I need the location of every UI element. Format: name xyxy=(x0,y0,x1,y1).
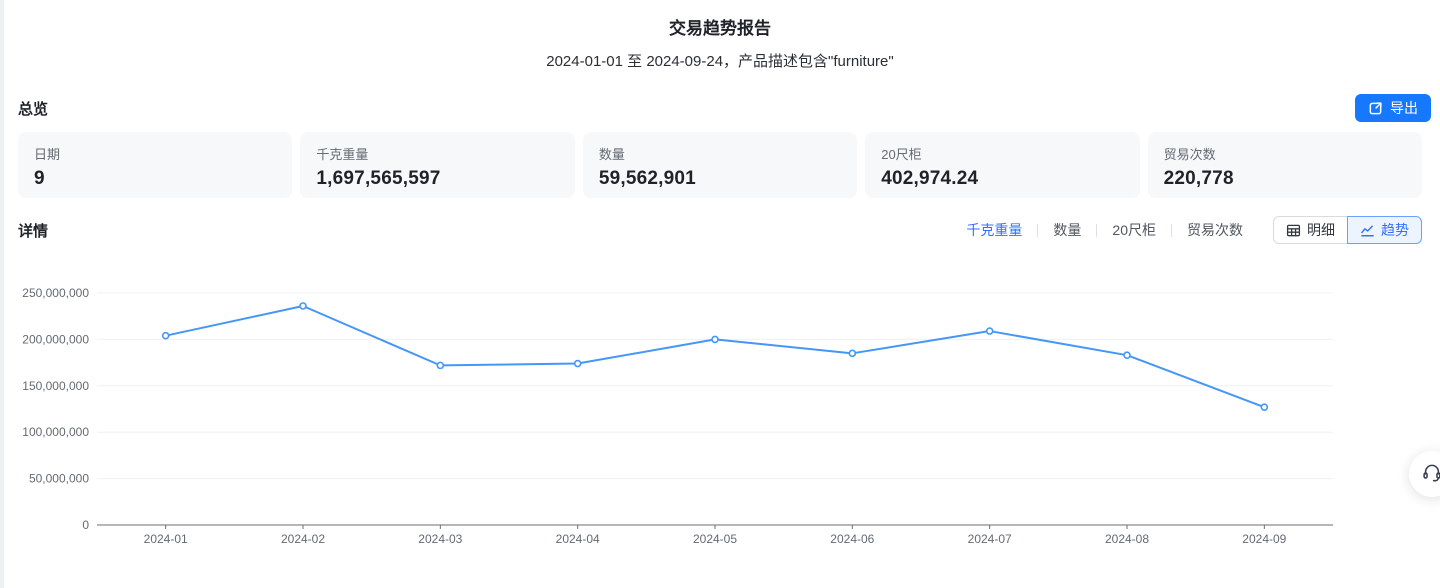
card-label: 千克重量 xyxy=(316,144,558,163)
detail-view-label: 明细 xyxy=(1307,220,1335,240)
card-kg-weight: 千克重量 1,697,565,597 xyxy=(300,132,574,198)
tab-teu[interactable]: 20尺柜 xyxy=(1112,220,1156,240)
card-label: 日期 xyxy=(34,144,276,163)
x-axis-tick-label: 2024-03 xyxy=(418,532,462,546)
trend-view-label: 趋势 xyxy=(1381,220,1409,240)
card-label: 数量 xyxy=(599,144,841,163)
table-icon xyxy=(1286,223,1301,238)
view-toggle: 明细 趋势 xyxy=(1273,216,1422,244)
y-axis-tick-label: 200,000,000 xyxy=(22,332,89,346)
report-header: 交易趋势报告 2024-01-01 至 2024-09-24，产品描述包含"fu… xyxy=(0,0,1440,71)
data-point-marker xyxy=(849,350,855,356)
tab-quantity[interactable]: 数量 xyxy=(1053,220,1081,240)
card-value: 9 xyxy=(34,168,276,190)
trend-chart-svg: 0 50,000,000 100,000,000 150,000,000 200,000… xyxy=(0,244,1440,574)
data-point-marker xyxy=(1124,352,1130,358)
tab-separator xyxy=(1037,224,1038,237)
detail-view-button[interactable]: 明细 xyxy=(1273,216,1348,244)
headset-icon xyxy=(1421,462,1440,487)
export-icon xyxy=(1368,101,1383,116)
data-point-marker xyxy=(1261,404,1267,410)
overview-heading: 总览 xyxy=(18,98,48,119)
data-point-marker xyxy=(163,333,169,339)
card-quantity: 数量 59,562,901 xyxy=(583,132,857,198)
x-axis-tick-label: 2024-06 xyxy=(830,532,874,546)
y-axis-tick-label: 250,000,000 xyxy=(22,286,89,300)
trend-view-button[interactable]: 趋势 xyxy=(1347,216,1422,244)
y-axis-tick-label: 50,000,000 xyxy=(29,472,89,486)
metric-tabs: 千克重量 数量 20尺柜 贸易次数 xyxy=(966,220,1243,240)
x-axis-tick-label: 2024-07 xyxy=(968,532,1012,546)
page-subtitle: 2024-01-01 至 2024-09-24，产品描述包含"furniture… xyxy=(0,50,1440,71)
data-point-marker xyxy=(987,328,993,334)
tab-trade-count[interactable]: 贸易次数 xyxy=(1187,220,1243,240)
details-heading: 详情 xyxy=(18,220,48,241)
overview-section-header: 总览 导出 xyxy=(0,94,1440,122)
details-controls: 千克重量 数量 20尺柜 贸易次数 明细 xyxy=(966,216,1422,244)
trend-icon xyxy=(1360,223,1375,238)
trend-line-chart: 0 50,000,000 100,000,000 150,000,000 200,000… xyxy=(0,244,1440,574)
tab-separator xyxy=(1171,224,1172,237)
data-point-marker xyxy=(437,362,443,368)
x-axis-tick-label: 2024-08 xyxy=(1105,532,1149,546)
data-point-marker xyxy=(300,303,306,309)
data-point-marker xyxy=(575,361,581,367)
tab-separator xyxy=(1096,224,1097,237)
x-axis-tick-label: 2024-09 xyxy=(1242,532,1286,546)
x-axis-tick-label: 2024-05 xyxy=(693,532,737,546)
overview-cards: 日期 9 千克重量 1,697,565,597 数量 59,562,901 20… xyxy=(18,132,1422,198)
x-axis-tick-label: 2024-02 xyxy=(281,532,325,546)
card-value: 220,778 xyxy=(1164,168,1406,190)
card-label: 20尺柜 xyxy=(881,144,1123,163)
data-point-marker xyxy=(712,336,718,342)
card-date: 日期 9 xyxy=(18,132,292,198)
x-axis-tick-label: 2024-01 xyxy=(144,532,188,546)
export-button[interactable]: 导出 xyxy=(1355,94,1431,122)
card-value: 402,974.24 xyxy=(881,168,1123,190)
tab-kg-weight[interactable]: 千克重量 xyxy=(966,220,1022,240)
y-axis-tick-label: 100,000,000 xyxy=(22,425,89,439)
page-title: 交易趋势报告 xyxy=(0,14,1440,39)
x-axis-tick-label: 2024-04 xyxy=(556,532,600,546)
card-value: 1,697,565,597 xyxy=(316,168,558,190)
card-teu: 20尺柜 402,974.24 xyxy=(865,132,1139,198)
card-trade-count: 贸易次数 220,778 xyxy=(1148,132,1422,198)
y-axis-tick-label: 0 xyxy=(82,518,89,532)
card-label: 贸易次数 xyxy=(1164,144,1406,163)
export-button-label: 导出 xyxy=(1390,98,1418,118)
y-axis-tick-label: 150,000,000 xyxy=(22,379,89,393)
details-section-header: 详情 千克重量 数量 20尺柜 贸易次数 xyxy=(0,216,1440,244)
card-value: 59,562,901 xyxy=(599,168,841,190)
